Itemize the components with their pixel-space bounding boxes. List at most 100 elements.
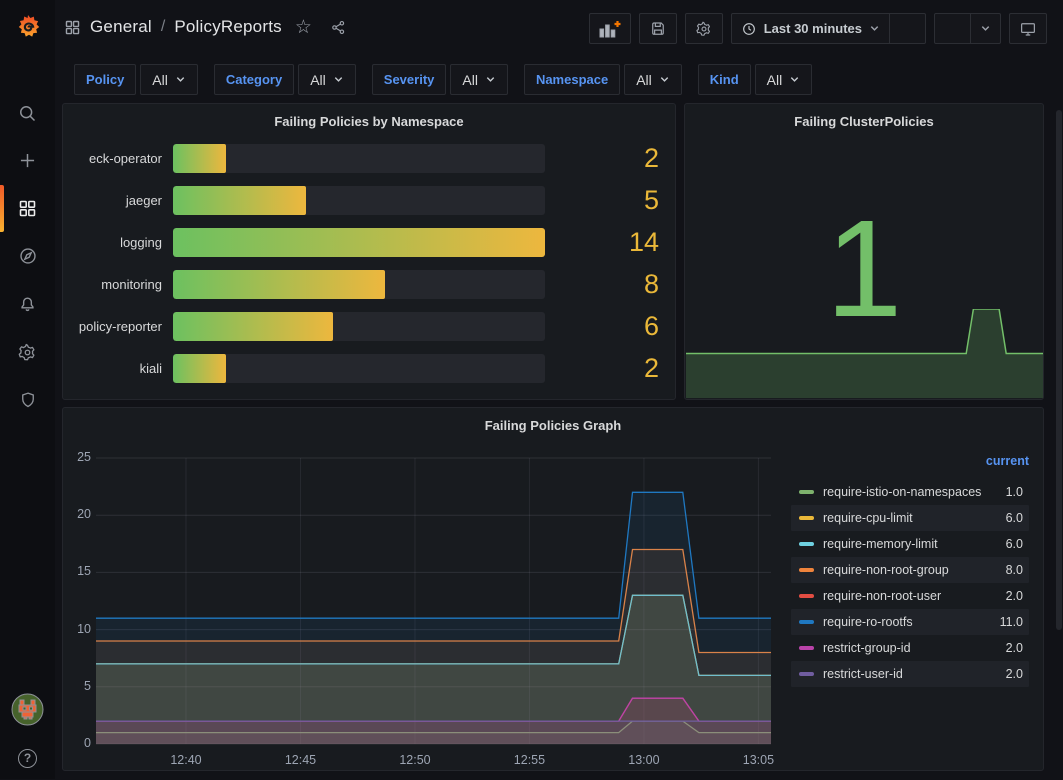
chevron-down-icon — [485, 74, 496, 85]
legend-row: require-memory-limit6.0 — [791, 531, 1029, 557]
nav-actions: Last 30 minutes — [589, 13, 1047, 44]
sidebar-item-dashboards[interactable] — [0, 186, 55, 230]
save-dashboard-button[interactable] — [639, 13, 677, 44]
sidebar-item-configuration[interactable] — [0, 330, 55, 374]
legend-current-value: 2.0 — [911, 641, 1023, 655]
x-tick-label: 13:00 — [619, 753, 669, 767]
chevron-down-icon — [789, 74, 800, 85]
y-tick-label: 15 — [65, 564, 91, 578]
legend-swatch[interactable] — [799, 542, 814, 546]
legend-series-name[interactable]: restrict-group-id — [823, 641, 911, 655]
panel-title[interactable]: Failing Policies by Namespace — [63, 104, 675, 137]
save-icon — [649, 20, 667, 38]
legend-current-value: 6.0 — [938, 537, 1023, 551]
filter-label-namespace[interactable]: Namespace — [524, 64, 620, 95]
clock-icon — [741, 21, 757, 37]
sidebar-user-avatar[interactable] — [0, 687, 55, 731]
legend-current-header[interactable]: current — [791, 454, 1029, 479]
panel-failing-policies-graph: Failing Policies Graph 0510152025 12:401… — [62, 407, 1044, 771]
help-icon: ? — [18, 749, 37, 768]
panel-title[interactable]: Failing Policies Graph — [63, 408, 1043, 441]
legend-swatch[interactable] — [799, 646, 814, 650]
filter-value-kind[interactable]: All — [755, 64, 813, 95]
x-tick-label: 12:40 — [161, 753, 211, 767]
scrollbar-thumb[interactable] — [1056, 110, 1062, 630]
refresh-button[interactable] — [935, 14, 970, 43]
refresh-interval-dropdown[interactable] — [970, 14, 1000, 43]
legend-row: require-istio-on-namespaces1.0 — [791, 479, 1029, 505]
legend-swatch[interactable] — [799, 672, 814, 676]
legend-swatch[interactable] — [799, 490, 814, 494]
breadcrumb-section[interactable]: General — [90, 17, 152, 37]
sidebar-item-server-admin[interactable] — [0, 378, 55, 422]
panel-title[interactable]: Failing ClusterPolicies — [685, 104, 1043, 137]
cycle-view-mode-button[interactable] — [1009, 13, 1047, 44]
refresh-icon — [944, 20, 961, 37]
sidebar-item-create[interactable] — [0, 138, 55, 182]
filter-value-namespace[interactable]: All — [624, 64, 682, 95]
star-dashboard-icon[interactable]: ☆ — [295, 18, 312, 37]
legend-current-value: 2.0 — [941, 589, 1023, 603]
sidebar-item-explore[interactable] — [0, 234, 55, 278]
filter-label-policy[interactable]: Policy — [74, 64, 136, 95]
panel-failing-policies-by-namespace: Failing Policies by Namespace eck-operat… — [62, 103, 676, 400]
zoom-out-button[interactable] — [889, 14, 925, 43]
dashboards-grid-icon — [17, 198, 38, 219]
legend-swatch[interactable] — [799, 568, 814, 572]
y-tick-label: 10 — [65, 622, 91, 636]
legend-current-value: 8.0 — [949, 563, 1023, 577]
breadcrumb-page[interactable]: PolicyReports — [174, 17, 281, 37]
legend-series-name[interactable]: require-istio-on-namespaces — [823, 485, 981, 499]
filter-value-category[interactable]: All — [298, 64, 356, 95]
bar-fill — [173, 144, 226, 173]
breadcrumb-separator: / — [161, 18, 165, 36]
filter-value-severity[interactable]: All — [450, 64, 508, 95]
add-panel-button[interactable] — [589, 13, 631, 44]
filter-label-category[interactable]: Category — [214, 64, 294, 95]
bar-label: eck-operator — [71, 151, 173, 166]
filter-label-severity[interactable]: Severity — [372, 64, 447, 95]
time-series-plot — [96, 458, 771, 745]
legend-series-name[interactable]: require-ro-rootfs — [823, 615, 913, 629]
chevron-down-icon — [869, 23, 880, 34]
legend-swatch[interactable] — [799, 516, 814, 520]
legend-series-name[interactable]: require-non-root-user — [823, 589, 941, 603]
legend-swatch[interactable] — [799, 620, 814, 624]
legend-series-name[interactable]: require-memory-limit — [823, 537, 938, 551]
filter-label-kind[interactable]: Kind — [698, 64, 751, 95]
sidebar-item-alerting[interactable] — [0, 282, 55, 326]
x-tick-label: 13:05 — [733, 753, 783, 767]
legend-series-name[interactable]: require-non-root-group — [823, 563, 949, 577]
filter-policy: PolicyAll — [74, 64, 198, 95]
x-tick-label: 12:50 — [390, 753, 440, 767]
grafana-logo[interactable] — [13, 12, 43, 42]
panel-failing-clusterpolicies: Failing ClusterPolicies 1 — [684, 103, 1044, 400]
bar-value: 14 — [545, 227, 665, 258]
stat-sparkline — [686, 309, 1043, 398]
compass-icon — [17, 245, 39, 267]
legend-swatch[interactable] — [799, 594, 814, 598]
filter-value-policy[interactable]: All — [140, 64, 198, 95]
add-panel-icon — [599, 20, 621, 38]
breadcrumb: General / PolicyReports ☆ — [64, 17, 347, 37]
dashboard-settings-button[interactable] — [685, 13, 723, 44]
time-range-picker[interactable]: Last 30 minutes — [732, 14, 889, 43]
legend-row: require-cpu-limit6.0 — [791, 505, 1029, 531]
share-icon[interactable] — [330, 19, 347, 36]
bar-label: monitoring — [71, 277, 173, 292]
graph-legend: current require-istio-on-namespaces1.0re… — [791, 454, 1029, 687]
bar-value: 2 — [545, 353, 665, 384]
sidebar-active-indicator — [0, 185, 4, 232]
sidebar-item-search[interactable] — [0, 91, 55, 135]
bar-track — [173, 312, 545, 341]
bar-track — [173, 270, 545, 299]
bar-value: 6 — [545, 311, 665, 342]
legend-series-name[interactable]: restrict-user-id — [823, 667, 903, 681]
legend-current-value: 11.0 — [913, 615, 1023, 629]
zoom-out-icon — [899, 20, 916, 37]
legend-series-name[interactable]: require-cpu-limit — [823, 511, 913, 525]
bar-value: 8 — [545, 269, 665, 300]
sidebar-item-help[interactable]: ? — [0, 736, 55, 780]
bar-gauge-row: monitoring 8 — [71, 270, 665, 299]
filter-namespace: NamespaceAll — [524, 64, 682, 95]
